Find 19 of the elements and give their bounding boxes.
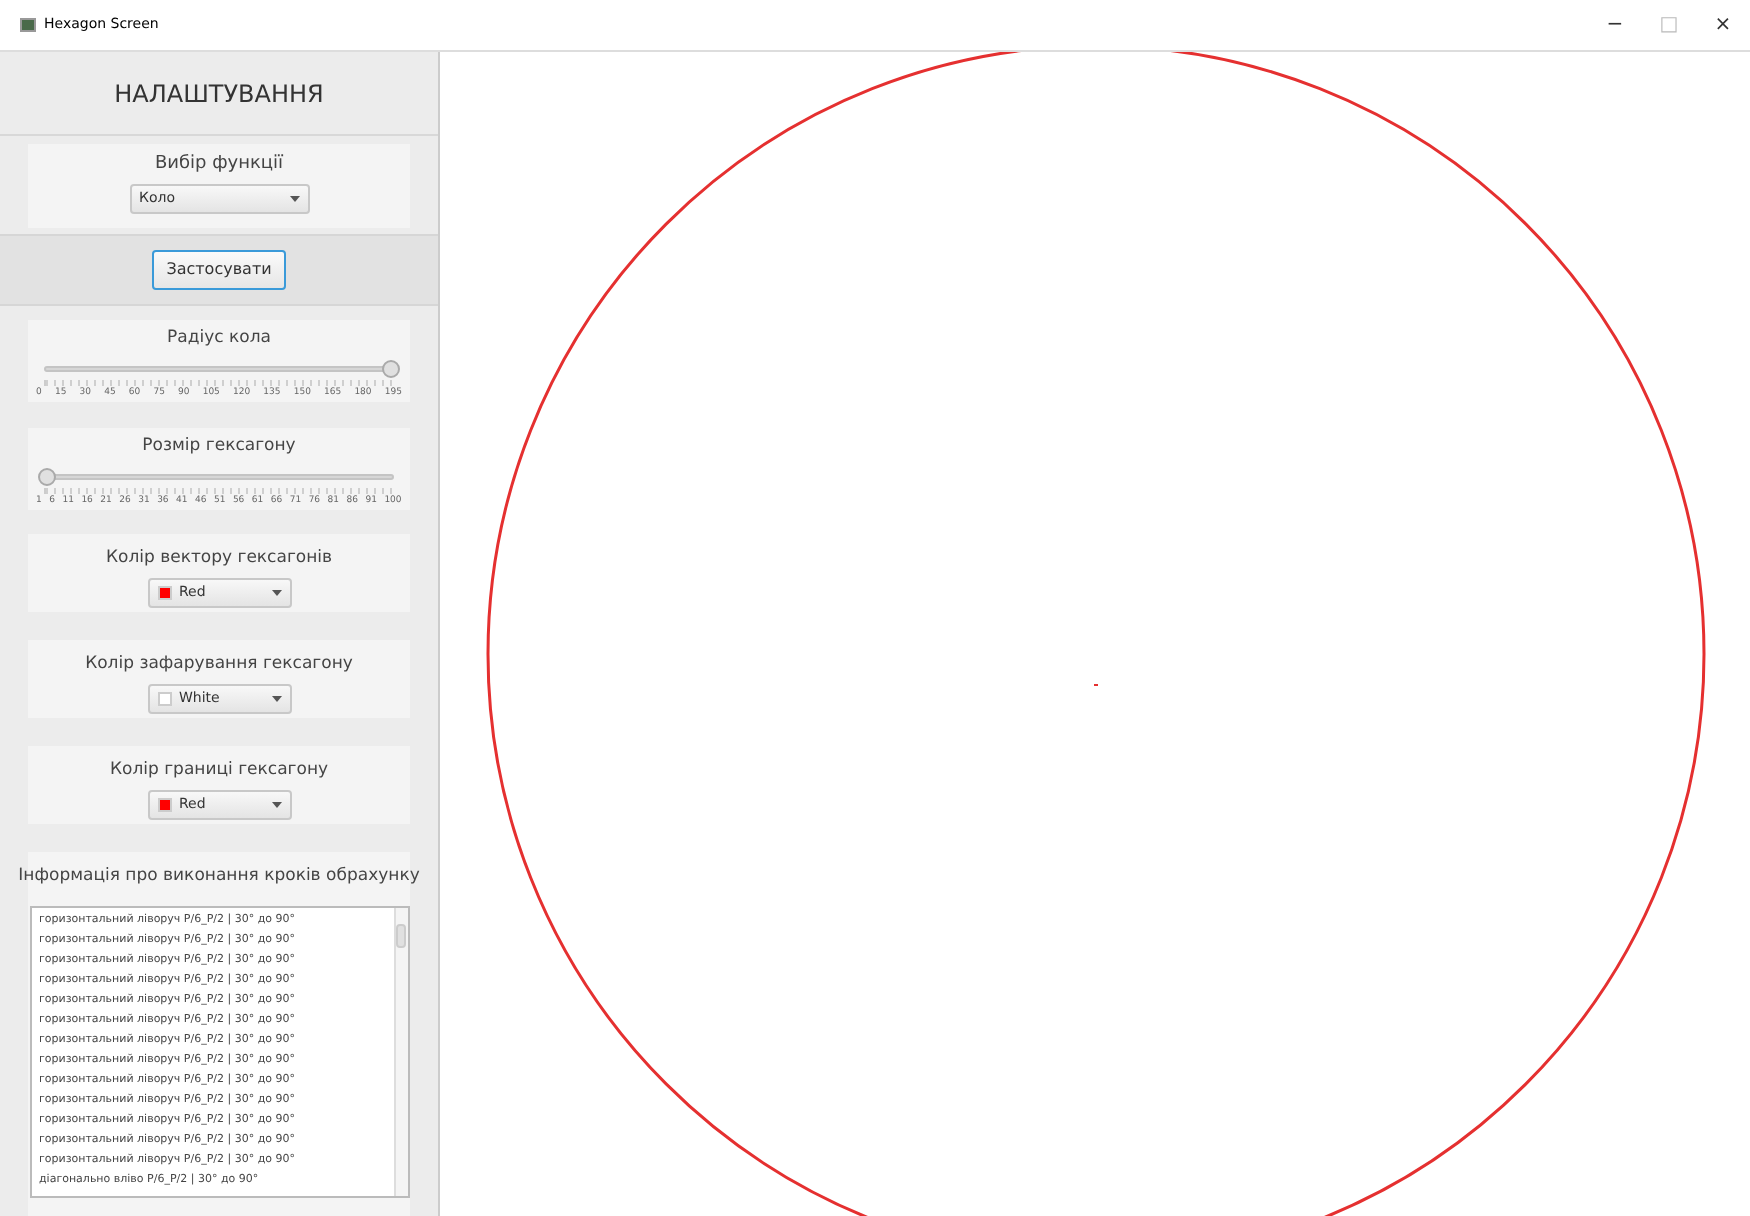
caret-icon <box>289 195 299 201</box>
caret-icon <box>271 801 281 808</box>
window-control[interactable]: − <box>1588 10 1642 40</box>
slider-label: Розмір гексагону <box>142 434 296 460</box>
settings-title: НАЛАШТУВАННЯ <box>114 77 324 111</box>
app-icon <box>20 18 36 32</box>
slider-thumb[interactable] <box>38 467 56 486</box>
function-label: Вибір функції <box>154 152 284 178</box>
caret-icon <box>271 589 281 596</box>
slider-thumb[interactable] <box>382 359 400 378</box>
color-picker-label: Колір вектору гексагонів <box>105 546 333 572</box>
color-picker-label: Колір зафарування гексагону <box>85 652 353 678</box>
window-control[interactable]: × <box>1696 10 1750 40</box>
scrollbar[interactable] <box>393 907 407 1196</box>
caret-icon <box>271 695 281 702</box>
slider-label: Радіус кола <box>167 326 271 352</box>
apply-button[interactable]: Застосувати <box>152 250 286 290</box>
color-picker-label: Колір границі гексагону <box>109 758 329 784</box>
log-title: Інформація про виконання кроків обрахунку <box>18 864 420 890</box>
